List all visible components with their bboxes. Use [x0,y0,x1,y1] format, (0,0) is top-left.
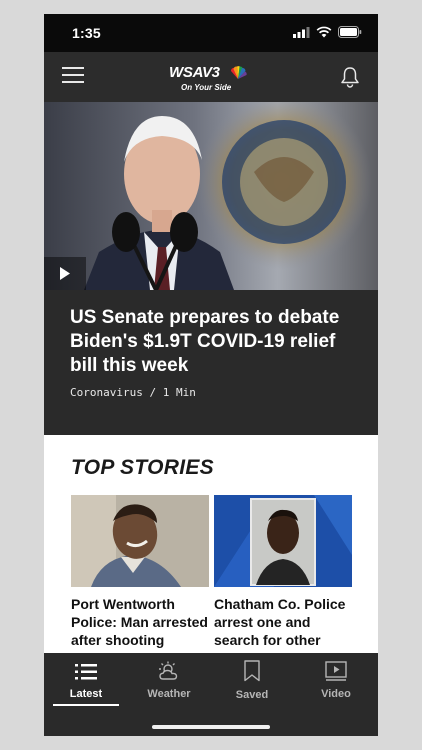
status-icons [293,26,362,38]
station-logo[interactable]: WSAV3 On Your Side [169,62,253,96]
active-tab-indicator [53,704,119,706]
story-meta: Coronavirus / 1 Min [70,386,196,399]
featured-story[interactable]: US Senate prepares to debate Biden's $1.… [44,290,378,435]
home-indicator[interactable] [152,725,270,729]
story-card[interactable]: Chatham Co. Police arrest one and search… [214,495,352,667]
meta-separator: / [149,386,157,399]
hero-image[interactable] [44,102,378,290]
logo-text: WSAV3 [169,64,220,81]
tab-weather[interactable]: Weather [134,659,204,705]
bookmark-icon [244,660,260,682]
hero-photo [44,102,378,290]
weather-icon [159,661,178,680]
battery-icon [338,26,362,38]
tab-saved[interactable]: Saved [217,659,287,705]
video-icon [325,661,347,681]
story-card[interactable]: Port Wentworth Police: Man arrested afte… [71,495,209,667]
tab-latest[interactable]: Latest [51,659,121,705]
top-stories-section: TOP STORIES Port Wentworth Police: Man a… [44,435,378,666]
read-time: 1 Min [162,386,196,399]
peacock-icon [230,66,247,79]
hamburger-menu-icon[interactable] [62,67,84,85]
phone-screen: 1:35 WSAV3 On Your Side US Senate prepar… [44,14,378,736]
signal-icon [293,26,310,38]
tab-label: Saved [235,689,269,701]
tab-label: Latest [69,688,103,700]
list-icon [75,664,97,680]
app-header: WSAV3 On Your Side [44,52,378,102]
tab-label: Weather [147,688,191,700]
play-button[interactable] [44,257,86,290]
story-thumbnail[interactable] [214,495,352,587]
wifi-icon [316,26,332,38]
bottom-tab-bar: Latest Weather Saved Video [44,653,378,736]
status-time: 1:35 [72,25,101,41]
logo-tagline: On Your Side [181,83,232,92]
story-category[interactable]: Coronavirus [70,386,143,399]
man-smiling-photo [71,495,209,587]
tab-label: Video [321,688,351,700]
featured-headline[interactable]: US Senate prepares to debate Biden's $1.… [70,306,360,378]
play-icon [60,267,70,280]
status-bar: 1:35 [44,14,378,52]
story-thumbnail[interactable] [71,495,209,587]
section-title: TOP STORIES [71,456,214,479]
bell-icon[interactable] [340,66,360,88]
tab-video[interactable]: Video [301,659,371,705]
mugshot-photo [214,495,352,587]
